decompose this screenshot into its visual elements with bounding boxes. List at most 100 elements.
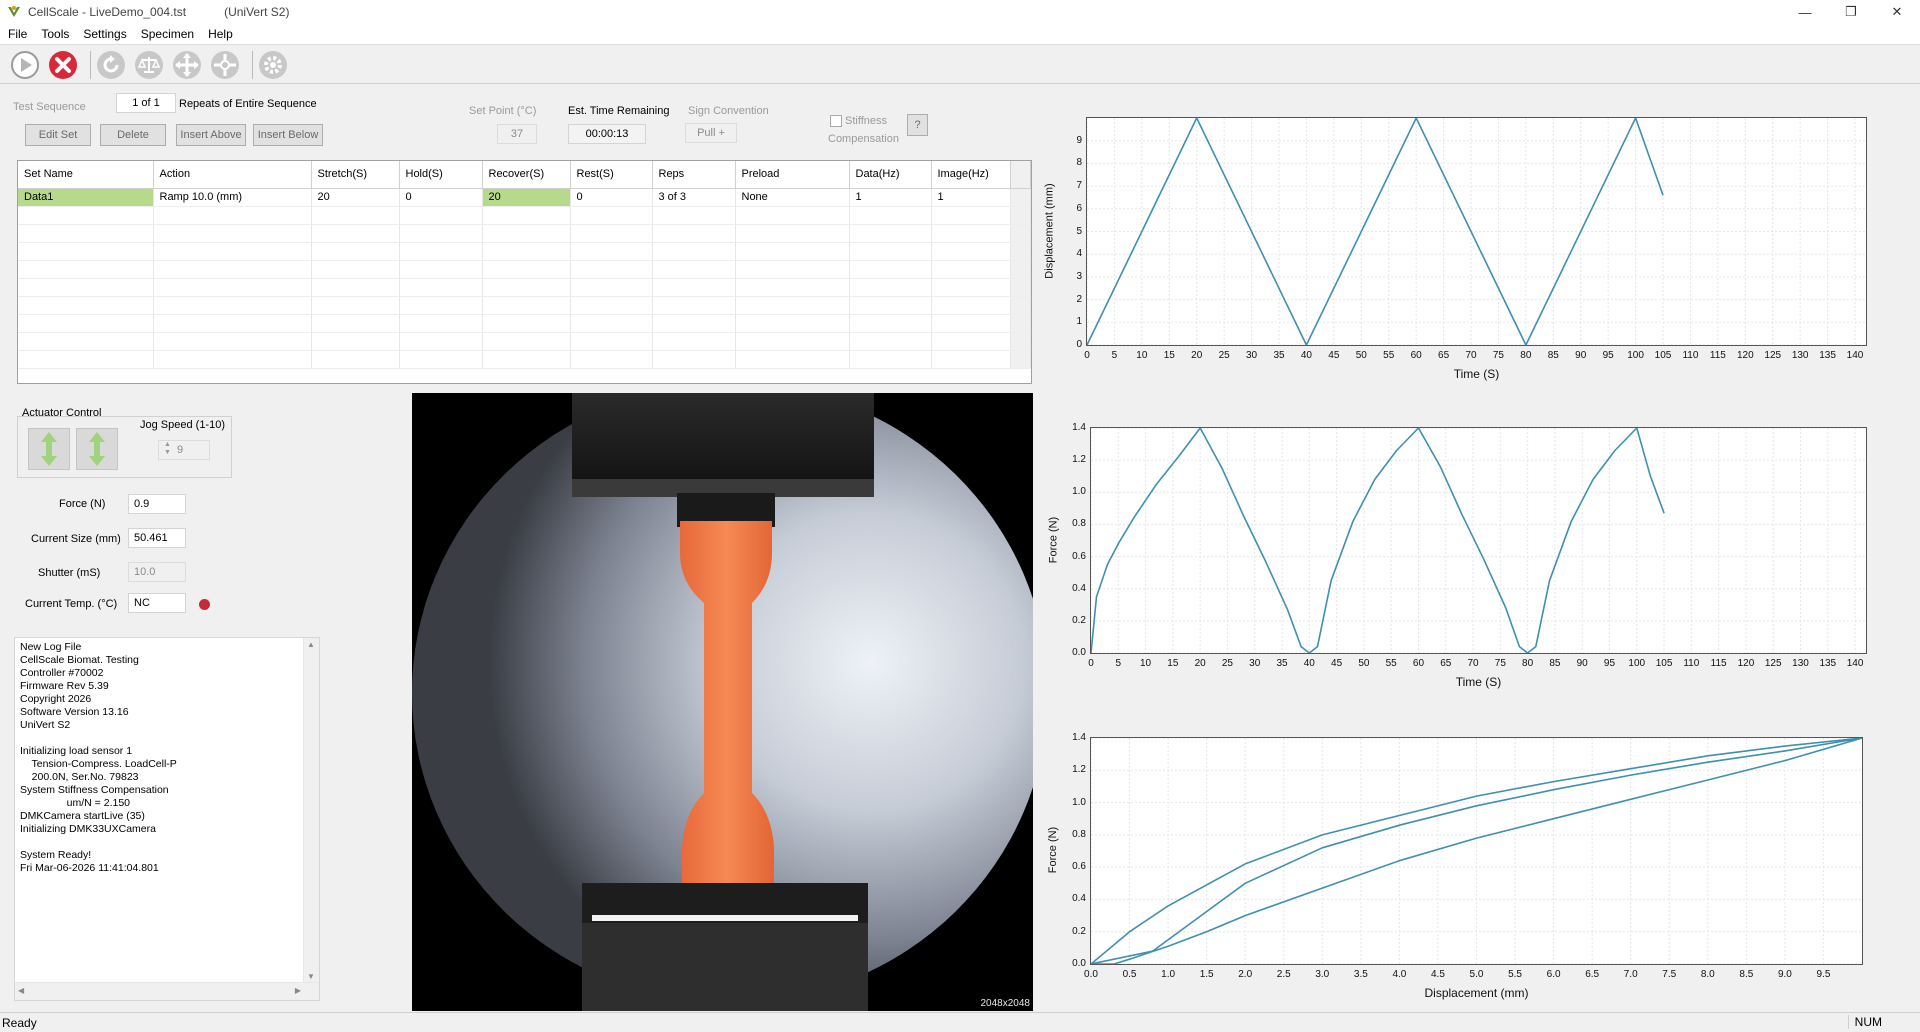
x-tick-label: 35 bbox=[1273, 350, 1285, 361]
cell-reps[interactable]: 3 of 3 bbox=[652, 188, 736, 207]
reset-button[interactable] bbox=[208, 48, 242, 82]
insert-above-button[interactable]: Insert Above bbox=[176, 124, 246, 146]
x-tick-label: 115 bbox=[1709, 350, 1726, 361]
log-vertical-scrollbar[interactable]: ▲ ▼ bbox=[303, 638, 319, 983]
cell-stretch[interactable]: 20 bbox=[311, 188, 400, 207]
menu-settings[interactable]: Settings bbox=[83, 27, 126, 41]
set-point-label: Set Point (°C) bbox=[469, 105, 537, 117]
y-tick-label: 0 bbox=[1076, 339, 1082, 350]
x-tick-label: 90 bbox=[1576, 658, 1588, 669]
current-temp-label: Current Temp. (°C) bbox=[25, 598, 118, 610]
stiffness-checkbox[interactable] bbox=[830, 115, 842, 127]
cell-image-hz[interactable]: 1 bbox=[931, 188, 1011, 207]
cell-set-name[interactable]: Data1 bbox=[18, 188, 154, 207]
x-axis-label: Time (S) bbox=[1455, 675, 1502, 689]
sign-convention-select[interactable]: Pull + bbox=[685, 123, 737, 143]
log-horizontal-scrollbar[interactable]: ◀ ▶ bbox=[15, 982, 319, 1000]
force-label: Force (N) bbox=[59, 498, 106, 510]
x-tick-label: 110 bbox=[1683, 658, 1700, 669]
restore-icon[interactable]: ❐ bbox=[1828, 0, 1874, 24]
x-tick-label: 1.5 bbox=[1199, 969, 1214, 980]
log-text: New Log File CellScale Biomat. Testing C… bbox=[20, 641, 177, 874]
balance-button[interactable] bbox=[132, 48, 166, 82]
chart-plot-area[interactable] bbox=[1086, 117, 1867, 346]
x-tick-label: 45 bbox=[1331, 658, 1343, 669]
play-button[interactable] bbox=[8, 48, 42, 82]
col-set-name[interactable]: Set Name bbox=[18, 161, 154, 189]
camera-resolution: 2048x2048 bbox=[980, 998, 1031, 1009]
x-tick-label: 65 bbox=[1438, 350, 1450, 361]
scroll-left-icon[interactable]: ◀ bbox=[18, 986, 24, 995]
insert-below-button[interactable]: Insert Below bbox=[253, 124, 323, 146]
menu-file[interactable]: File bbox=[8, 27, 27, 41]
y-tick-label: 6 bbox=[1076, 202, 1082, 214]
table-row bbox=[18, 206, 1031, 225]
edit-set-button[interactable]: Edit Set bbox=[25, 124, 91, 146]
expand-button[interactable] bbox=[170, 48, 204, 82]
settings-button[interactable] bbox=[256, 48, 290, 82]
x-tick-label: 130 bbox=[1792, 658, 1809, 669]
sequence-count-field[interactable]: 1 of 1 bbox=[116, 93, 176, 113]
camera-view: 2048x2048 bbox=[412, 393, 1033, 1011]
col-rest[interactable]: Rest(S) bbox=[570, 161, 653, 189]
y-axis-label: Force (N) bbox=[1047, 826, 1059, 874]
app-logo-icon bbox=[8, 6, 20, 17]
x-tick-label: 40 bbox=[1303, 658, 1315, 669]
col-hold[interactable]: Hold(S) bbox=[399, 161, 483, 189]
close-window-icon[interactable]: ✕ bbox=[1874, 0, 1920, 24]
x-tick-label: 120 bbox=[1736, 350, 1754, 361]
y-tick-label: 9 bbox=[1076, 134, 1082, 146]
col-preload[interactable]: Preload bbox=[735, 161, 850, 189]
cell-action[interactable]: Ramp 10.0 (mm) bbox=[153, 188, 312, 207]
current-temp-field: NC bbox=[128, 593, 186, 613]
col-action[interactable]: Action bbox=[153, 161, 312, 189]
y-axis-label: Force (N) bbox=[1047, 516, 1059, 563]
minimize-icon[interactable]: — bbox=[1782, 0, 1828, 24]
set-point-field: 37 bbox=[497, 124, 537, 144]
time-remaining-label: Est. Time Remaining bbox=[568, 105, 670, 117]
x-tick-label: 10 bbox=[1136, 350, 1148, 361]
temp-status-indicator bbox=[199, 599, 210, 610]
chart-plot-area[interactable] bbox=[1090, 427, 1867, 654]
delete-button[interactable]: Delete bbox=[100, 124, 166, 146]
x-tick-label: 0 bbox=[1084, 350, 1090, 361]
x-tick-label: 125 bbox=[1764, 658, 1782, 669]
specimen-image bbox=[412, 393, 1033, 1011]
table-row bbox=[18, 314, 1031, 333]
chart-plot-area[interactable] bbox=[1090, 737, 1863, 965]
col-stretch[interactable]: Stretch(S) bbox=[311, 161, 400, 189]
cell-rest[interactable]: 0 bbox=[570, 188, 653, 207]
x-tick-label: 130 bbox=[1791, 350, 1809, 361]
menu-help[interactable]: Help bbox=[208, 27, 233, 41]
y-tick-label: 0.2 bbox=[1072, 614, 1086, 626]
shutter-field[interactable]: 10.0 bbox=[128, 562, 186, 582]
scroll-down-icon[interactable]: ▼ bbox=[307, 972, 315, 981]
x-tick-label: 110 bbox=[1682, 350, 1699, 361]
arrows-expand-icon bbox=[173, 51, 201, 79]
cell-preload[interactable]: None bbox=[735, 188, 850, 207]
x-tick-label: 95 bbox=[1602, 350, 1614, 361]
x-tick-label: 25 bbox=[1218, 350, 1230, 361]
jog-down-button[interactable] bbox=[28, 428, 70, 470]
x-tick-label: 4.0 bbox=[1392, 969, 1407, 980]
scroll-right-icon[interactable]: ▶ bbox=[295, 986, 301, 995]
table-row bbox=[18, 224, 1031, 243]
stiffness-help-button[interactable]: ? bbox=[907, 114, 928, 136]
stop-button[interactable] bbox=[46, 48, 80, 82]
menu-specimen[interactable]: Specimen bbox=[141, 27, 194, 41]
cell-recover[interactable]: 20 bbox=[482, 188, 571, 207]
jog-up-button[interactable] bbox=[76, 428, 118, 470]
scroll-up-icon[interactable]: ▲ bbox=[307, 640, 315, 649]
cell-data-hz[interactable]: 1 bbox=[849, 188, 932, 207]
col-image-hz[interactable]: Image(Hz) bbox=[931, 161, 1011, 189]
col-recover[interactable]: Recover(S) bbox=[482, 161, 571, 189]
menu-tools[interactable]: Tools bbox=[41, 27, 69, 41]
col-data-hz[interactable]: Data(Hz) bbox=[849, 161, 932, 189]
table-row[interactable]: Data1 Ramp 10.0 (mm) 20 0 20 0 3 of 3 No… bbox=[18, 188, 1031, 207]
x-tick-label: 125 bbox=[1764, 350, 1782, 361]
x-tick-label: 75 bbox=[1492, 350, 1504, 361]
cell-hold[interactable]: 0 bbox=[399, 188, 483, 207]
spinner-arrows-icon[interactable]: ▲ ▼ bbox=[164, 441, 171, 457]
col-reps[interactable]: Reps bbox=[652, 161, 736, 189]
refresh-button[interactable] bbox=[94, 48, 128, 82]
